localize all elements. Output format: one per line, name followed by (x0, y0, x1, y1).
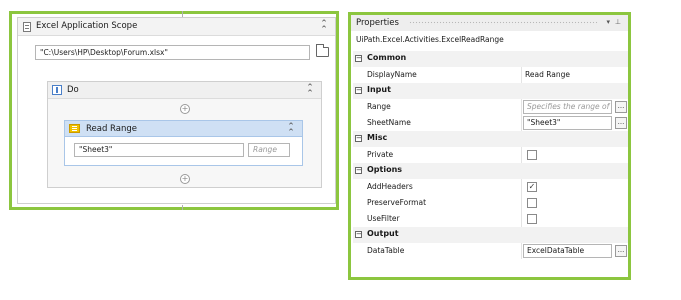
private-checkbox[interactable] (527, 150, 537, 160)
excel-read-range-icon (69, 124, 80, 133)
folder-icon[interactable] (316, 44, 329, 57)
collapse-category-icon[interactable]: − (355, 55, 362, 62)
category-options[interactable]: − Options (353, 163, 628, 179)
collapse-category-icon[interactable]: − (355, 87, 362, 94)
ellipsis-button[interactable]: ... (615, 245, 627, 257)
properties-title: Properties (356, 18, 399, 28)
collapse-icon[interactable]: ⌃ ⌃ (305, 84, 315, 99)
datatable-field[interactable]: ExcelDataTable (523, 244, 612, 258)
property-row-datatable[interactable]: DataTable ExcelDataTable ... (353, 243, 628, 259)
column-divider (521, 147, 522, 163)
property-label: DataTable (367, 246, 405, 255)
sequence-icon (52, 85, 62, 95)
activity-type-name: UiPath.Excel.Activities.ExcelReadRange (356, 35, 504, 44)
displayname-value[interactable]: Read Range (525, 70, 570, 79)
do-sequence[interactable]: Do ⌃ ⌃ + Read Range ⌃ ⌃ "Sheet3" Range + (47, 81, 322, 188)
property-row-preserveformat[interactable]: PreserveFormat (353, 195, 628, 211)
column-divider (521, 67, 522, 83)
category-label: Input (367, 85, 391, 94)
property-label: Private (367, 150, 394, 159)
collapse-category-icon[interactable]: − (355, 231, 362, 238)
column-divider (521, 179, 522, 195)
dropdown-icon[interactable]: ▾ (606, 18, 610, 26)
property-row-addheaders[interactable]: AddHeaders ✓ (353, 179, 628, 195)
workbook-path-input[interactable]: "C:\Users\HP\Desktop\Forum.xlsx" (35, 45, 310, 60)
category-label: Options (367, 165, 403, 174)
category-common[interactable]: − Common (353, 51, 628, 67)
ellipsis-button[interactable]: ... (615, 117, 627, 129)
property-label: Range (367, 102, 391, 111)
do-title: Do (67, 85, 79, 95)
column-divider (521, 115, 522, 131)
property-label: SheetName (367, 118, 411, 127)
ellipsis-button[interactable]: ... (615, 101, 627, 113)
property-label: UseFilter (367, 214, 400, 223)
property-label: DisplayName (367, 70, 417, 79)
category-label: Output (367, 229, 399, 238)
preserveformat-checkbox[interactable] (527, 198, 537, 208)
collapse-category-icon[interactable]: − (355, 135, 362, 142)
scope-header[interactable]: Excel Application Scope ⌃ ⌃ (18, 18, 335, 36)
category-input[interactable]: − Input (353, 83, 628, 99)
category-output[interactable]: − Output (353, 227, 628, 243)
excel-scope-icon (23, 22, 31, 32)
drag-grip[interactable] (409, 21, 598, 25)
property-row-displayname[interactable]: DisplayName Read Range (353, 67, 628, 83)
properties-titlebar: Properties ▾ ⊥ (351, 15, 628, 31)
properties-panel: Properties ▾ ⊥ UiPath.Excel.Activities.E… (348, 12, 631, 280)
column-divider (521, 243, 522, 259)
range-field[interactable]: Specifies the range of c (523, 100, 612, 114)
property-label: PreserveFormat (367, 198, 427, 207)
property-label: AddHeaders (367, 182, 413, 191)
property-row-usefilter[interactable]: UseFilter (353, 211, 628, 227)
collapse-category-icon[interactable]: − (355, 167, 362, 174)
column-divider (521, 211, 522, 227)
collapse-icon[interactable]: ⌃ ⌃ (286, 123, 296, 138)
designer-panel: Excel Application Scope ⌃ ⌃ "C:\Users\HP\… (9, 11, 339, 210)
column-divider (521, 195, 522, 211)
property-row-sheetname[interactable]: SheetName "Sheet3" ... (353, 115, 628, 131)
do-header[interactable]: Do ⌃ ⌃ (48, 82, 321, 99)
addheaders-checkbox[interactable]: ✓ (527, 182, 537, 192)
category-label: Misc (367, 133, 388, 142)
excel-application-scope[interactable]: Excel Application Scope ⌃ ⌃ "C:\Users\HP\… (17, 17, 336, 204)
sheet-name-input[interactable]: "Sheet3" (74, 143, 244, 157)
collapse-icon[interactable]: ⌃ ⌃ (319, 20, 329, 35)
add-activity-icon[interactable]: + (180, 104, 190, 114)
add-activity-icon[interactable]: + (180, 174, 190, 184)
property-row-range[interactable]: Range Specifies the range of c ... (353, 99, 628, 115)
read-range-title: Read Range (86, 124, 137, 134)
scope-title: Excel Application Scope (36, 21, 138, 31)
property-row-private[interactable]: Private (353, 147, 628, 163)
read-range-activity[interactable]: Read Range ⌃ ⌃ "Sheet3" Range (64, 120, 303, 166)
range-input[interactable]: Range (248, 143, 290, 157)
sheetname-field[interactable]: "Sheet3" (523, 116, 612, 130)
category-label: Common (367, 53, 407, 62)
pin-icon[interactable]: ⊥ (615, 18, 621, 26)
read-range-header[interactable]: Read Range ⌃ ⌃ (65, 121, 302, 138)
column-divider (521, 99, 522, 115)
usefilter-checkbox[interactable] (527, 214, 537, 224)
connector-line (182, 205, 183, 210)
category-misc[interactable]: − Misc (353, 131, 628, 147)
property-grid: − Common DisplayName Read Range − Input … (353, 51, 628, 259)
